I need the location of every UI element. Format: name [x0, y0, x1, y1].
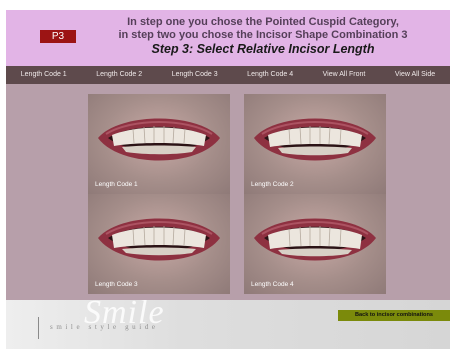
smile-image [98, 118, 220, 161]
nav-item-view-all-side[interactable]: View All Side [392, 66, 438, 84]
back-to-incisor-combinations-button[interactable]: Back to incisor combinations [338, 310, 450, 321]
page: P3 In step one you chose the Pointed Cus… [0, 0, 456, 349]
smile-image [98, 218, 220, 261]
smile-image [254, 218, 376, 261]
main-panel: Length Code 1 Length Code 2 Length Code … [6, 84, 450, 300]
tile-label: Length Code 4 [251, 281, 294, 288]
smile-tile-length-code-4[interactable]: Length Code 4 [244, 194, 386, 294]
page-title: Step 3: Select Relative Incisor Length [151, 42, 375, 56]
smile-tile-length-code-3[interactable]: Length Code 3 [88, 194, 230, 294]
nav-item-length-code-1[interactable]: Length Code 1 [18, 66, 70, 84]
smile-image [254, 118, 376, 161]
footer: Smile smile style guide Back to incisor … [6, 300, 450, 349]
nav-item-view-all-front[interactable]: View All Front [320, 66, 369, 84]
tile-label: Length Code 2 [251, 181, 294, 188]
nav-item-length-code-4[interactable]: Length Code 4 [244, 66, 296, 84]
tile-label: Length Code 1 [95, 181, 138, 188]
header-line-step-one: In step one you chose the Pointed Cuspid… [127, 16, 399, 28]
tile-label: Length Code 3 [95, 281, 138, 288]
page-code-badge: P3 [40, 30, 76, 43]
brand-divider [38, 317, 39, 339]
nav-item-length-code-2[interactable]: Length Code 2 [93, 66, 145, 84]
header-line-step-two: in step two you chose the Incisor Shape … [118, 29, 408, 41]
smile-tile-length-code-2[interactable]: Length Code 2 [244, 94, 386, 194]
nav-item-length-code-3[interactable]: Length Code 3 [169, 66, 221, 84]
brand-tagline: smile style guide [50, 323, 159, 331]
smile-tile-length-code-1[interactable]: Length Code 1 [88, 94, 230, 194]
header: P3 In step one you chose the Pointed Cus… [6, 10, 450, 66]
nav-bar: Length Code 1 Length Code 2 Length Code … [6, 66, 450, 84]
